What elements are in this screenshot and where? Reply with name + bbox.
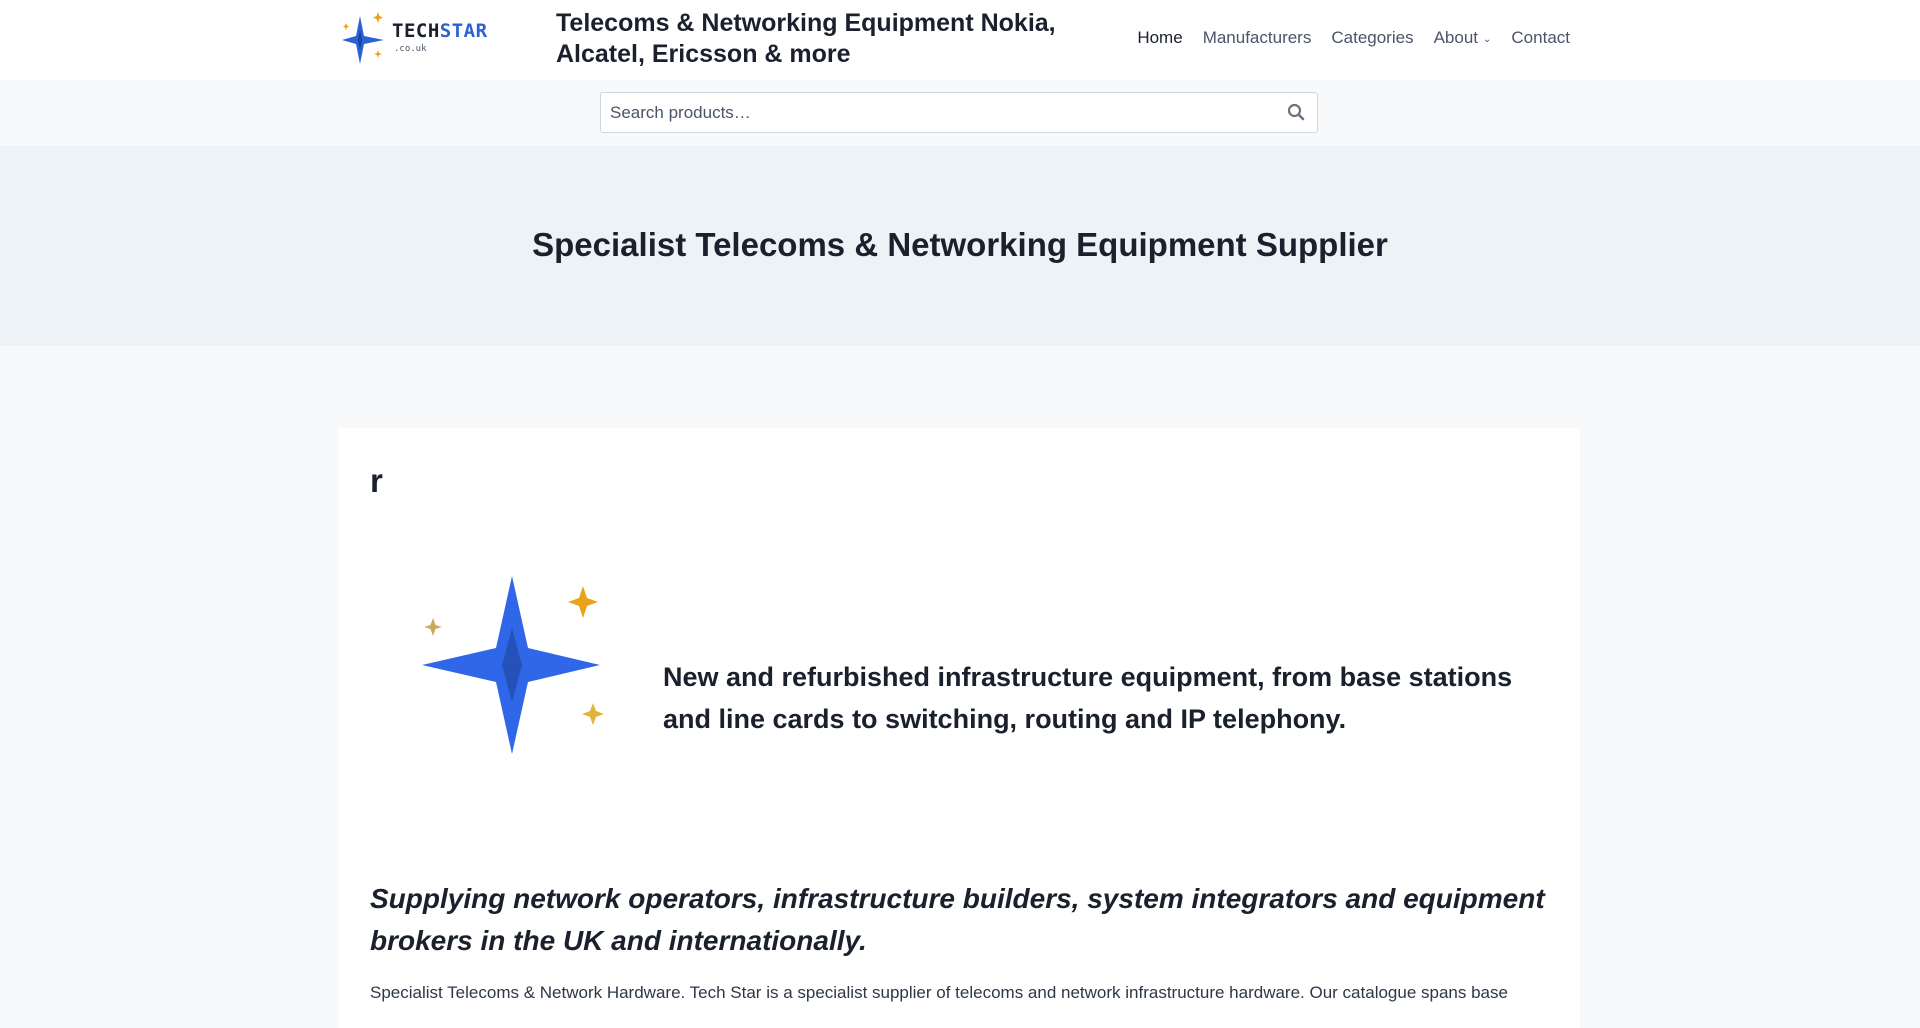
nav-manufacturers[interactable]: Manufacturers	[1203, 28, 1312, 48]
content-card: r New and refurbished infrastructure equ…	[338, 428, 1580, 1028]
page-title: Specialist Telecoms & Networking Equipme…	[532, 226, 1388, 263]
content-heading: r	[370, 462, 383, 499]
nav-about[interactable]: About ⌄	[1434, 28, 1492, 48]
lead-paragraph: Supplying network operators, infrastruct…	[370, 883, 1545, 956]
four-point-star-logo-icon	[342, 12, 384, 64]
site-title[interactable]: Telecoms & Networking Equipment Nokia, A…	[556, 8, 1116, 70]
site-logo[interactable]: TECHSTAR .co.uk	[340, 8, 510, 68]
hero-banner: Specialist Telecoms & Networking Equipme…	[0, 146, 1920, 346]
tagline: New and refurbished infrastructure equip…	[663, 662, 1513, 734]
main-navigation: Home Manufacturers Categories About ⌄ Con…	[1117, 28, 1570, 48]
nav-contact[interactable]: Contact	[1511, 28, 1570, 48]
search-input[interactable]	[601, 93, 1241, 132]
nav-home[interactable]: Home	[1137, 28, 1182, 48]
site-header: TECHSTAR .co.uk Telecoms & Networking Eq…	[0, 0, 1920, 80]
logo-wordmark: TECHSTAR	[392, 20, 488, 42]
chevron-down-icon: ⌄	[1483, 34, 1492, 45]
search-bar-region	[0, 80, 1920, 146]
sparkle-stars-icon	[418, 568, 618, 773]
logo-domain: .co.uk	[394, 44, 427, 54]
nav-categories[interactable]: Categories	[1331, 28, 1413, 48]
search-icon[interactable]	[1287, 103, 1307, 123]
search-form	[600, 92, 1318, 133]
body-paragraph: Specialist Telecoms & Network Hardware. …	[370, 983, 1508, 1002]
